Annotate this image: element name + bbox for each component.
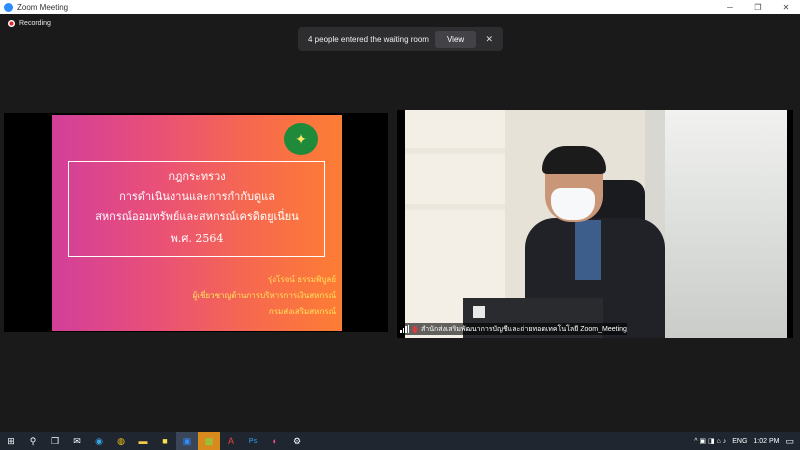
laptop-logo-icon [473,306,485,318]
settings-icon[interactable]: ⚙ [286,432,308,450]
zoom-logo-icon [4,2,13,12]
task-view-icon[interactable]: ❒ [44,432,66,450]
presentation-slide: ✦ กฎกระทรวง การดำเนินงานและการกำกับดูแล … [52,115,342,331]
mail-icon[interactable]: ✉ [66,432,88,450]
slide-title-line: สหกรณ์ออมทรัพย์และสหกรณ์เครดิตยูเนี่ยน [95,210,299,223]
sticky-notes-icon[interactable]: ■ [154,432,176,450]
mic-muted-icon [413,325,417,333]
acrobat-icon[interactable]: A [220,432,242,450]
notification-message: 4 people entered the waiting room [308,34,429,44]
participant-video[interactable] [397,110,793,338]
file-explorer-icon[interactable]: ▬ [132,432,154,450]
slide-title-line: การดำเนินงานและการกำกับดูแล [119,190,275,203]
face-mask [551,188,595,220]
participant-name: สำนักส่งเสริมพัฒนาการบัญชีและถ่ายทอดเทคโ… [421,325,627,333]
tray-icons[interactable]: ^ ▣ ◨ ⌂ ♪ [694,437,726,445]
windows-start-icon[interactable]: ⊞ [0,432,22,450]
video-scene [405,110,787,338]
system-tray: ^ ▣ ◨ ⌂ ♪ ENG 1:02 PM ▭ [694,432,800,450]
slide-title-line: กฎกระทรวง [168,170,226,183]
notification-center-icon[interactable]: ▭ [785,436,794,447]
slide-title-line: พ.ศ. 2564 [170,232,224,245]
search-icon[interactable]: ⚲ [22,432,44,450]
restore-button[interactable]: ❐ [744,0,772,14]
line-icon[interactable]: ▩ [198,432,220,450]
recording-dot-icon [8,20,15,27]
window-title: Zoom Meeting [17,2,69,12]
recording-label: Recording [19,20,51,27]
presenter-role: ผู้เชี่ยวชาญด้านการบริหารการเงินสหกรณ์ [192,291,336,300]
waiting-room-notification: 4 people entered the waiting room View ✕ [298,27,503,51]
edge-icon[interactable]: ◉ [88,432,110,450]
language-indicator[interactable]: ENG [732,438,747,445]
person-hair [542,146,606,174]
participant-name-tag: สำนักส่งเสริมพัฒนาการบัญชีและถ่ายทอดเทคโ… [397,323,627,335]
view-button[interactable]: View [434,30,477,48]
zoom-icon[interactable]: ▣ [176,432,198,450]
clock[interactable]: 1:02 PM [753,438,779,445]
close-notification-icon[interactable]: ✕ [485,34,493,45]
recording-indicator[interactable]: Recording [8,20,51,27]
window-controls: ─ ❐ ✕ [716,0,800,14]
cooperative-logo-icon: ✦ [284,123,318,155]
paint-icon[interactable]: ◐ [264,432,286,450]
shared-screen: ✦ กฎกระทรวง การดำเนินงานและการกำกับดูแล … [4,113,388,332]
close-window-button[interactable]: ✕ [772,0,800,14]
person-shirt [575,220,601,280]
presenter-department: กรมส่งเสริมสหกรณ์ [268,307,336,316]
chrome-icon[interactable]: ◍ [110,432,132,450]
connection-bars-icon [400,325,410,333]
windows-taskbar: ⊞ ⚲ ❒ ✉ ◉ ◍ ▬ ■ ▣ ▩ A Ps ◐ ⚙ ^ ▣ ◨ ⌂ ♪ E… [0,432,800,450]
photoshop-icon[interactable]: Ps [242,432,264,450]
window-light [665,110,787,338]
minimize-button[interactable]: ─ [716,0,744,14]
presenter-name: รุ่งโรจน์ ธรรมพิบูลย์ [267,275,336,284]
title-bar: Zoom Meeting ─ ❐ ✕ [0,0,800,14]
